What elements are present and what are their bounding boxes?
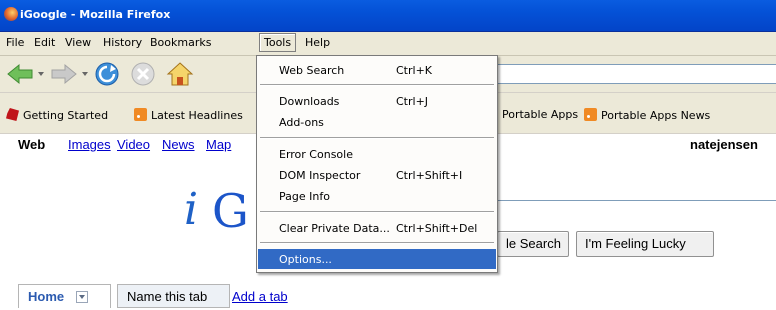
bookmark-getting-started[interactable]: Getting Started — [6, 108, 108, 122]
window-titlebar: iGoogle - Mozilla Firefox — [0, 0, 776, 32]
add-tab-link[interactable]: Add a tab — [232, 289, 288, 304]
address-bar-right[interactable] — [496, 64, 776, 84]
google-search-button[interactable]: le Search — [497, 231, 569, 257]
menu-item-clear-private-data[interactable]: Clear Private Data... Ctrl+Shift+Del — [258, 218, 496, 238]
forward-dropdown-icon[interactable] — [82, 72, 88, 76]
nav-web: Web — [18, 137, 46, 152]
bookmark-latest-headlines[interactable]: Latest Headlines — [134, 108, 243, 122]
reload-icon[interactable] — [94, 61, 120, 87]
menu-item-add-ons[interactable]: Add-ons — [258, 112, 496, 132]
menu-file[interactable]: File — [6, 36, 24, 49]
menu-history[interactable]: History — [103, 36, 142, 49]
igoogle-logo-g: G — [212, 184, 249, 238]
stop-icon[interactable] — [130, 61, 156, 87]
window-title: iGoogle - Mozilla Firefox — [20, 8, 171, 21]
menu-item-options[interactable]: Options... — [258, 249, 496, 269]
nav-images[interactable]: Images — [68, 137, 111, 152]
username: natejensen — [690, 137, 758, 152]
menu-item-page-info[interactable]: Page Info — [258, 186, 496, 206]
rss-icon — [134, 108, 147, 121]
menu-separator — [260, 84, 494, 86]
menu-separator — [260, 242, 494, 244]
tools-menu: Web Search Ctrl+K Downloads Ctrl+J Add-o… — [256, 55, 498, 273]
back-arrow-icon[interactable] — [6, 63, 34, 85]
bookmark-portable-apps[interactable]: Portable Apps — [502, 108, 578, 121]
menu-item-downloads[interactable]: Downloads Ctrl+J — [258, 91, 496, 111]
menu-item-error-console[interactable]: Error Console — [258, 144, 496, 164]
getting-started-icon — [6, 108, 19, 121]
igoogle-logo-i: i — [184, 184, 199, 235]
feeling-lucky-button[interactable]: I'm Feeling Lucky — [576, 231, 714, 257]
menu-separator — [260, 137, 494, 139]
forward-arrow-icon[interactable] — [50, 63, 78, 85]
rss-icon — [584, 108, 597, 121]
firefox-icon — [4, 7, 18, 21]
nav-news[interactable]: News — [162, 137, 195, 152]
chevron-down-icon[interactable] — [75, 291, 88, 303]
back-dropdown-icon[interactable] — [38, 72, 44, 76]
tab-home[interactable]: Home — [18, 284, 111, 308]
home-icon[interactable] — [166, 60, 194, 88]
menu-tools[interactable]: Tools — [259, 33, 297, 52]
menu-item-dom-inspector[interactable]: DOM Inspector Ctrl+Shift+I — [258, 165, 496, 185]
bookmark-portable-apps-news[interactable]: Portable Apps News — [584, 108, 710, 122]
menu-edit[interactable]: Edit — [34, 36, 55, 49]
menu-item-web-search[interactable]: Web Search Ctrl+K — [258, 60, 496, 80]
menu-view[interactable]: View — [65, 36, 91, 49]
nav-maps[interactable]: Map — [206, 137, 231, 152]
tab-name-this-tab[interactable]: Name this tab — [117, 284, 230, 308]
menu-separator — [260, 211, 494, 213]
nav-video[interactable]: Video — [117, 137, 150, 152]
menu-bookmarks[interactable]: Bookmarks — [150, 36, 211, 49]
menubar: File Edit View History Bookmarks Tools H… — [0, 32, 776, 56]
menu-help[interactable]: Help — [305, 36, 330, 49]
search-input[interactable] — [496, 200, 776, 224]
